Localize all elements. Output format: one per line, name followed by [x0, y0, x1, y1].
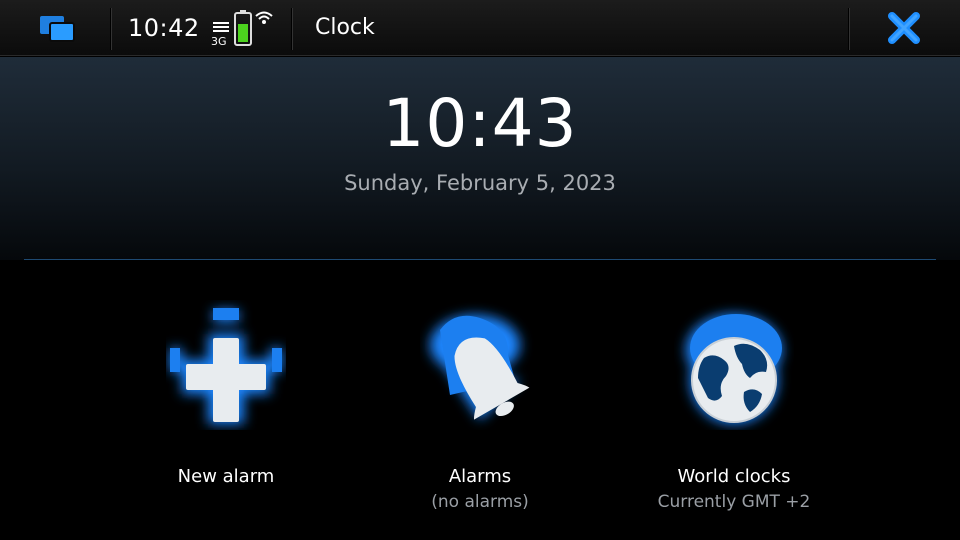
- status-bar: 10:42 3G Clock: [0, 0, 960, 56]
- bell-icon: [430, 315, 530, 420]
- action-label: New alarm: [177, 466, 275, 487]
- world-clocks-button[interactable]: World clocks Currently GMT +2: [614, 290, 854, 530]
- current-time: 10:43: [382, 85, 578, 162]
- network-type-label: 3G: [211, 35, 227, 48]
- signal-strength-icon: 3G: [210, 20, 232, 48]
- close-icon[interactable]: [887, 11, 921, 45]
- action-sublabel: Currently GMT +2: [657, 492, 811, 512]
- globe-icon: [686, 314, 782, 424]
- separator: [848, 8, 850, 50]
- plus-icon: [170, 308, 282, 424]
- action-label: Alarms: [448, 466, 512, 487]
- separator: [110, 8, 112, 50]
- status-time: 10:42: [128, 14, 200, 42]
- battery-icon: [234, 10, 252, 46]
- task-switcher-icon[interactable]: [38, 14, 78, 44]
- alarms-button[interactable]: Alarms (no alarms): [360, 290, 600, 530]
- app-title: Clock: [315, 15, 375, 40]
- wifi-icon: [255, 11, 273, 24]
- current-date: Sunday, February 5, 2023: [344, 171, 616, 195]
- clock-header: 10:43 Sunday, February 5, 2023: [0, 57, 960, 260]
- action-label: World clocks: [677, 466, 791, 487]
- new-alarm-button[interactable]: New alarm: [106, 290, 346, 530]
- action-sublabel: (no alarms): [431, 492, 529, 512]
- divider: [24, 259, 936, 260]
- separator: [291, 8, 293, 50]
